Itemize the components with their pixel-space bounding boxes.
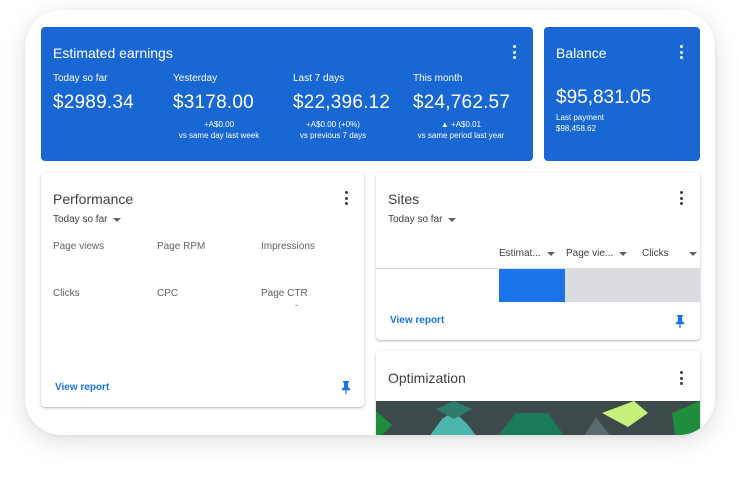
performance-period-dropdown[interactable]: Today so far [53,214,122,225]
performance-more-vert-icon[interactable] [339,190,353,206]
column-label: Clicks [642,248,669,259]
performance-card: Performance Today so far Page views Page… [41,173,364,407]
sites-title: Sites [388,191,420,207]
column-estimated-earnings[interactable]: Estimat... [499,248,555,259]
estimated-earnings-title: Estimated earnings [53,45,173,61]
balance-value: $95,831.05 [556,87,652,108]
metric-yesterday: Yesterday $3178.00 +A$0.00 vs same day l… [173,73,265,141]
dropdown-arrow-icon [448,217,457,222]
metric-value: $3178.00 [173,92,254,113]
balance-title: Balance [556,45,607,61]
metric-today: Today so far $2989.34 [53,73,134,114]
pin-icon[interactable] [674,314,686,328]
stat-page-ctr-value: - [295,300,298,310]
metric-comparison: vs previous 7 days [299,131,367,140]
metric-label: This month [413,73,463,84]
sites-more-vert-icon[interactable] [674,190,688,206]
metric-change: +A$0.00 (+0%) [306,120,360,129]
metric-change: ▲ +A$0.01 [440,120,482,129]
dropdown-arrow-icon [113,217,122,222]
metric-last-7-days: Last 7 days $22,396.12 +A$0.00 (+0%) vs … [293,73,390,141]
performance-title: Performance [53,191,134,207]
last-payment-label: Last payment [556,113,605,122]
sites-period-dropdown[interactable]: Today so far [388,214,457,225]
metric-label: Today so far [53,73,108,84]
column-label: Estimat... [499,248,541,259]
optimization-title: Optimization [388,370,466,386]
sites-bar-track [499,269,700,302]
sort-arrow-icon [688,251,697,256]
dropdown-label: Today so far [388,214,443,225]
pin-icon[interactable] [340,380,352,394]
optimization-more-vert-icon[interactable] [674,370,688,386]
optimization-card: Optimization [376,351,700,435]
stat-page-rpm: Page RPM [157,241,206,252]
stat-clicks: Clicks [53,288,80,299]
column-label: Page vie... [566,248,614,259]
dashboard-frame: Estimated earnings Today so far $2989.34… [25,10,715,435]
performance-view-report-link[interactable]: View report [55,382,109,393]
metric-value: $24,762.57 [413,92,511,113]
metric-value: $2989.34 [53,92,134,113]
last-payment-value: $98,458.62 [556,124,597,133]
estimated-earnings-card: Estimated earnings Today so far $2989.34… [41,27,533,161]
metric-change: +A$0.00 [203,120,235,129]
stat-page-views: Page views [53,241,105,252]
optimization-illustration [376,401,700,435]
stat-cpc: CPC [157,288,179,299]
metric-value: $22,396.12 [293,92,391,113]
stat-page-ctr: Page CTR [261,288,308,299]
dropdown-label: Today so far [53,214,108,225]
column-clicks[interactable]: Clicks [642,248,697,259]
metric-label: Last 7 days [293,73,345,84]
sort-arrow-icon [619,251,628,256]
sites-card: Sites Today so far Estimat... Page vie..… [376,173,700,340]
sites-bar-fill [499,269,565,302]
stat-impressions: Impressions [261,241,315,252]
balance-more-vert-icon[interactable] [674,44,688,60]
metric-label: Yesterday [173,73,218,84]
column-page-views[interactable]: Page vie... [566,248,628,259]
sites-view-report-link[interactable]: View report [390,315,444,326]
metric-comparison: vs same period last year [417,131,505,140]
earnings-more-vert-icon[interactable] [507,44,521,60]
metric-comparison: vs same day last week [178,131,260,140]
sort-arrow-icon [546,251,555,256]
balance-card: Balance $95,831.05 Last payment $98,458.… [544,27,700,161]
metric-this-month: This month $24,762.57 ▲ +A$0.01 vs same … [413,73,510,141]
